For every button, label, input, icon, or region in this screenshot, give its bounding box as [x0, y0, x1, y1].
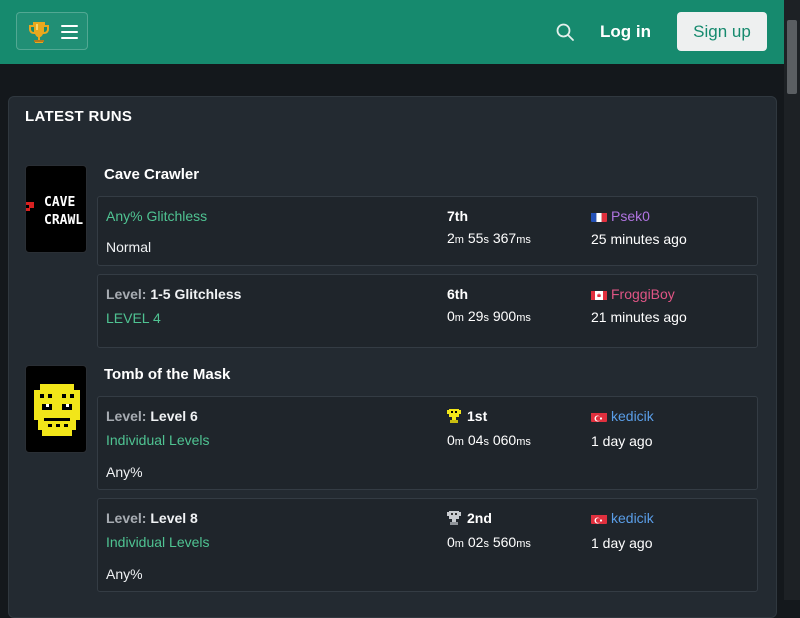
trophy-icon: [29, 22, 49, 43]
france-flag-icon: [591, 211, 607, 222]
signup-button[interactable]: Sign up: [677, 12, 767, 51]
canada-flag-icon: [591, 289, 607, 300]
run-player[interactable]: kedicik: [591, 408, 654, 424]
run-row[interactable]: Any% Glitchless Normal 7th 2m 55s 367ms …: [97, 196, 758, 266]
cover-text-line2: CRAWL: [44, 213, 83, 228]
scrollbar-thumb[interactable]: [787, 20, 797, 94]
run-row[interactable]: Level: 1-5 Glitchless LEVEL 4 6th 0m 29s…: [97, 274, 758, 348]
run-place: 2nd: [447, 510, 492, 526]
player-name[interactable]: Psek0: [611, 208, 650, 224]
run-subcategory: Any%: [106, 566, 143, 582]
run-timestamp: 25 minutes ago: [591, 231, 687, 247]
run-subcategory: Normal: [106, 239, 152, 255]
run-category[interactable]: LEVEL 4: [106, 310, 161, 326]
run-time: 2m 55s 367ms: [447, 230, 531, 246]
run-time: 0m 02s 560ms: [447, 534, 531, 550]
run-timestamp: 21 minutes ago: [591, 309, 687, 325]
run-row[interactable]: Level: Level 6 Individual Levels Any% 1s…: [97, 396, 758, 490]
player-name[interactable]: FroggiBoy: [611, 286, 675, 302]
run-player[interactable]: kedicik: [591, 510, 654, 526]
run-time: 0m 04s 060ms: [447, 432, 531, 448]
site-menu-button[interactable]: [16, 12, 88, 50]
tomb-of-the-mask-logo: [34, 384, 80, 436]
player-name[interactable]: kedicik: [611, 510, 654, 526]
game-cover-tomb-of-the-mask[interactable]: [25, 365, 87, 453]
search-icon[interactable]: [555, 22, 575, 42]
run-subcategory: Any%: [106, 464, 143, 480]
top-navbar: Log in Sign up: [0, 0, 784, 64]
run-category[interactable]: Individual Levels: [106, 432, 210, 448]
run-level[interactable]: Level: 1-5 Glitchless: [106, 286, 241, 302]
run-level[interactable]: Level: Level 8: [106, 510, 198, 526]
run-player[interactable]: Psek0: [591, 208, 650, 224]
run-place: 1st: [447, 408, 487, 424]
login-link[interactable]: Log in: [600, 20, 651, 44]
run-time: 0m 29s 900ms: [447, 308, 531, 324]
run-timestamp: 1 day ago: [591, 433, 653, 449]
game-cover-cave-crawler[interactable]: CAVE CRAWL: [25, 165, 87, 253]
hamburger-menu-icon: [61, 25, 78, 39]
game-title[interactable]: Cave Crawler: [104, 166, 199, 183]
latest-runs-card: LATEST RUNS CAVE CRAWL Cave Crawler Any%…: [8, 96, 777, 618]
run-place: 6th: [447, 286, 468, 302]
cover-text-line1: CAVE: [44, 195, 75, 210]
game-title[interactable]: Tomb of the Mask: [104, 366, 230, 383]
run-category[interactable]: Individual Levels: [106, 534, 210, 550]
turkey-flag-icon: [591, 411, 607, 422]
section-title: LATEST RUNS: [25, 108, 133, 125]
first-place-trophy-icon: [447, 409, 461, 423]
cave-crawler-logo: CAVE CRAWL: [26, 195, 83, 228]
run-player[interactable]: FroggiBoy: [591, 286, 675, 302]
run-category[interactable]: Any% Glitchless: [106, 208, 207, 224]
player-name[interactable]: kedicik: [611, 408, 654, 424]
run-place: 7th: [447, 208, 468, 224]
turkey-flag-icon: [591, 513, 607, 524]
run-level[interactable]: Level: Level 6: [106, 408, 198, 424]
run-timestamp: 1 day ago: [591, 535, 653, 551]
run-row[interactable]: Level: Level 8 Individual Levels Any% 2n…: [97, 498, 758, 592]
second-place-trophy-icon: [447, 511, 461, 525]
